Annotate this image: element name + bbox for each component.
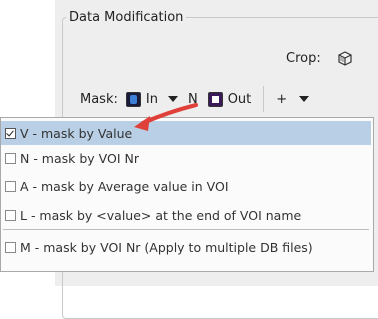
menu-item-label: N - mask by VOI Nr (20, 150, 139, 166)
mask-mode-dropdown-icon[interactable] (167, 96, 178, 102)
menu-item-label: L - mask by <value> at the end of VOI na… (20, 207, 302, 223)
mask-toolbar: Mask: In N Out + (80, 86, 319, 112)
checkbox-icon (5, 241, 16, 253)
add-dropdown-icon[interactable] (299, 96, 310, 102)
mask-out-icon[interactable] (207, 91, 223, 107)
menu-item-mask-by-average[interactable]: A - mask by Average value in VOI (1, 174, 371, 198)
checkbox-icon (5, 180, 16, 192)
mask-label: Mask: (80, 91, 118, 107)
menu-item-label: A - mask by Average value in VOI (20, 178, 229, 194)
checkbox-icon (5, 209, 16, 221)
crop-label: Crop: (286, 51, 321, 66)
crop-cube-icon[interactable] (336, 50, 354, 66)
mask-in-icon[interactable] (125, 91, 141, 107)
mask-in-label[interactable]: In (146, 92, 158, 107)
menu-item-mask-by-voi-nr-multiple[interactable]: M - mask by VOI Nr (Apply to multiple DB… (1, 235, 371, 259)
menu-item-mask-by-value-in-name[interactable]: L - mask by <value> at the end of VOI na… (1, 203, 371, 227)
mask-mode-popup-menu: V - mask by Value N - mask by VOI Nr A -… (0, 117, 374, 272)
menu-item-label: V - mask by Value (20, 125, 133, 141)
mask-n-label[interactable]: N (188, 92, 198, 107)
menu-item-label: M - mask by VOI Nr (Apply to multiple DB… (20, 239, 313, 255)
toolbar-separator (263, 86, 265, 112)
add-button[interactable]: + (276, 92, 287, 107)
mask-out-label[interactable]: Out (228, 92, 252, 107)
group-title: Data Modification (66, 10, 187, 25)
menu-item-mask-by-voi-nr[interactable]: N - mask by VOI Nr (1, 146, 371, 170)
checkbox-icon (5, 127, 16, 139)
menu-item-mask-by-value[interactable]: V - mask by Value (1, 121, 371, 145)
checkbox-icon (5, 152, 16, 164)
menu-separator (3, 229, 369, 230)
